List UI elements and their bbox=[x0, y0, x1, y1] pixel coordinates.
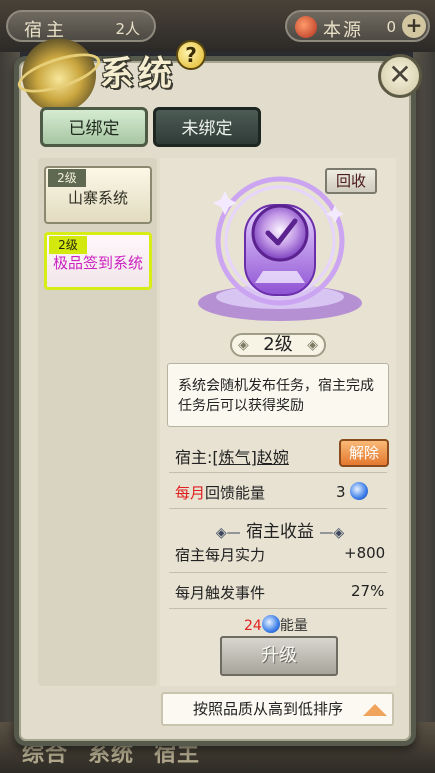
system-item-shanzhai[interactable]: 2级 山寨系统 bbox=[44, 166, 152, 224]
host-row: 宿主:[炼气]赵婉 bbox=[175, 444, 289, 468]
source-value: 0 bbox=[386, 18, 396, 36]
host-count-value: 2人 bbox=[115, 20, 140, 38]
monthly-label: 回馈能量 bbox=[205, 484, 266, 502]
monthly-energy-value: 3 bbox=[336, 482, 369, 501]
sign-in-system-icon bbox=[198, 176, 362, 321]
help-button[interactable]: ? bbox=[176, 40, 206, 70]
right-side-rail bbox=[413, 52, 435, 722]
divider bbox=[169, 572, 387, 573]
stat-value: +800 bbox=[344, 544, 386, 562]
upgrade-button[interactable]: 升级 bbox=[220, 636, 338, 676]
system-name: 山寨系统 bbox=[67, 189, 128, 207]
system-item-signin[interactable]: 2级 极品签到系统 bbox=[44, 232, 152, 290]
divider bbox=[169, 608, 387, 609]
energy-icon bbox=[350, 482, 369, 500]
monthly-prefix: 每月 bbox=[175, 484, 206, 502]
stat-label: 宿主每月实力 bbox=[175, 546, 266, 564]
energy-icon bbox=[261, 615, 280, 633]
system-name: 极品签到系统 bbox=[53, 254, 144, 272]
sort-toggle[interactable]: 按照品质从高到低排序 bbox=[161, 692, 394, 726]
dialog-title: 系统 bbox=[100, 54, 176, 94]
source-label: 本源 bbox=[323, 20, 363, 41]
unbind-button[interactable]: 解除 bbox=[339, 439, 389, 467]
monthly-energy-row: 每月回馈能量 bbox=[175, 482, 265, 503]
host-prefix: 宿主: bbox=[175, 448, 213, 467]
source-orb-icon bbox=[295, 16, 317, 38]
diamond-left-icon: ◈— bbox=[215, 525, 241, 541]
recycle-button[interactable]: 回收 bbox=[325, 168, 377, 194]
sort-label: 按照品质从高到低排序 bbox=[193, 700, 344, 718]
stat-value: 27% bbox=[351, 582, 385, 600]
host-name-link[interactable]: [炼气]赵婉 bbox=[212, 448, 289, 467]
tab-unbound[interactable]: 未绑定 bbox=[153, 107, 261, 147]
divider bbox=[169, 508, 387, 509]
add-source-button[interactable]: + bbox=[402, 14, 426, 38]
host-count-badge[interactable]: 宿主 2人 bbox=[6, 10, 156, 42]
sort-ascending-icon bbox=[363, 704, 387, 716]
close-button[interactable]: ✕ bbox=[378, 54, 422, 98]
diamond-right-icon: —◈ bbox=[319, 525, 345, 541]
close-icon: ✕ bbox=[388, 58, 412, 91]
system-level-badge: 2级 bbox=[48, 169, 86, 187]
planet-emblem-icon bbox=[13, 38, 105, 112]
source-counter[interactable]: 本源 0 + bbox=[285, 10, 430, 42]
system-description: 系统会随机发布任务，宿主完成任务后可以获得奖励 bbox=[167, 363, 389, 427]
divider bbox=[169, 472, 387, 473]
system-level-badge: 2级 bbox=[49, 236, 87, 254]
system-level-tag: 2级 bbox=[230, 333, 326, 357]
income-section-title: ◈— 宿主收益 —◈ bbox=[215, 522, 345, 542]
cost-value: 24 bbox=[244, 618, 262, 634]
cost-label: 能量 bbox=[279, 618, 308, 634]
stat-label: 每月触发事件 bbox=[175, 584, 266, 602]
tab-bound[interactable]: 已绑定 bbox=[40, 107, 148, 147]
upgrade-cost: 24 能量 bbox=[244, 615, 308, 635]
